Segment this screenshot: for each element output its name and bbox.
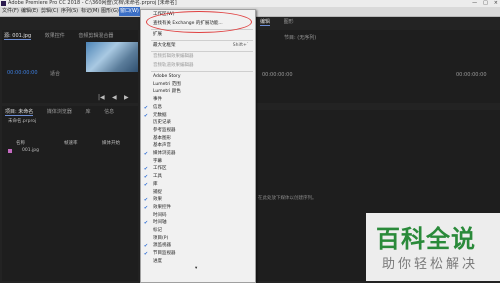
tab-media-browser[interactable]: 媒体浏览器 bbox=[47, 109, 72, 115]
window-menu-item[interactable]: 元数据 bbox=[153, 113, 167, 119]
timeline-empty-message: 在此处放下媒体以创建序列。 bbox=[258, 196, 317, 201]
window-menu-item[interactable]: 参考监视器 bbox=[153, 128, 176, 134]
window-menu-item[interactable]: Lumetri 范围 bbox=[153, 82, 181, 88]
premiere-app-icon bbox=[1, 1, 6, 6]
window-menu-item[interactable]: 时间轴 bbox=[153, 220, 167, 226]
check-icon: ✔ bbox=[143, 220, 149, 227]
source-timecode[interactable]: 00:00:00:00 bbox=[7, 70, 38, 76]
tab-editing[interactable]: 编辑 bbox=[260, 19, 271, 26]
prev-frame-icon[interactable]: ◀ bbox=[112, 94, 117, 101]
window-menu-item[interactable]: 效果控件 bbox=[153, 205, 171, 211]
menu-window[interactable]: 窗口(W) bbox=[119, 7, 140, 16]
menu-edit[interactable]: 编辑(E) bbox=[21, 7, 38, 16]
menu-separator bbox=[151, 51, 253, 52]
window-menu-item[interactable]: Lumetri 颜色 bbox=[153, 89, 181, 95]
window-title: Adobe Premiere Pro CC 2018 - C:\360网盘\文档… bbox=[8, 0, 177, 6]
tab-effect-controls[interactable]: 效果控件 bbox=[45, 33, 65, 39]
maximize-button[interactable]: □ bbox=[483, 0, 488, 7]
source-preview-image bbox=[86, 42, 138, 72]
check-icon: ✔ bbox=[143, 243, 149, 250]
menu-scroll-down-icon[interactable]: ▾ bbox=[195, 266, 197, 272]
project-file-name: 未命名.prproj bbox=[8, 119, 37, 124]
close-button[interactable]: × bbox=[494, 0, 498, 7]
menu-clip[interactable]: 剪辑(C) bbox=[41, 7, 58, 16]
project-item[interactable]: 001.jpg bbox=[22, 148, 39, 153]
window-controls: — □ × bbox=[472, 0, 498, 7]
window-menu-item[interactable]: 进度 bbox=[153, 259, 162, 265]
col-header-media-start[interactable]: 媒体开始 bbox=[102, 140, 120, 146]
tab-info[interactable]: 信息 bbox=[104, 109, 114, 115]
tab-graphics[interactable]: 图形 bbox=[284, 19, 294, 25]
label-color-swatch bbox=[8, 149, 12, 153]
window-menu-item[interactable]: Adobe Story bbox=[153, 74, 181, 80]
window-menu-item[interactable]: 项目(P) bbox=[153, 236, 168, 242]
watermark-main: 百科全说 bbox=[376, 225, 476, 253]
window-menu-item[interactable]: 时间码 bbox=[153, 213, 167, 219]
menu-graphics[interactable]: 图形(G) bbox=[101, 7, 119, 16]
source-panel-tabs: 源: 001.jpg 效果控件 音频剪辑混合器 bbox=[4, 32, 125, 40]
menu-marker[interactable]: 标记(M) bbox=[81, 7, 99, 16]
watermark-sub: 助你轻松解决 bbox=[382, 257, 479, 272]
workspace-tabs: 编辑 图形 bbox=[260, 18, 306, 26]
source-fit-dropdown[interactable]: 适合 bbox=[50, 70, 60, 77]
program-timecode-right: 00:00:00:00 bbox=[456, 72, 487, 78]
menu-file[interactable]: 文件(F) bbox=[2, 7, 19, 16]
window-menu-item[interactable]: 库 bbox=[153, 182, 158, 188]
window-menu-item[interactable]: 信息 bbox=[153, 105, 162, 111]
window-menu-item[interactable]: 工具 bbox=[153, 174, 162, 180]
title-bar: Adobe Premiere Pro CC 2018 - C:\360网盘\文档… bbox=[0, 0, 500, 7]
window-menu-item[interactable]: 扩展 bbox=[153, 32, 162, 38]
window-menu-item[interactable]: 捕捉 bbox=[153, 190, 162, 196]
check-icon: ✔ bbox=[143, 174, 149, 181]
window-menu-item[interactable]: 标记 bbox=[153, 228, 162, 234]
window-menu-item[interactable]: 基本图形 bbox=[153, 136, 171, 142]
col-header-name[interactable]: 名称 bbox=[16, 140, 25, 146]
tab-audio-mixer[interactable]: 音频剪辑混合器 bbox=[78, 33, 113, 39]
menu-separator bbox=[151, 71, 253, 72]
check-icon: ✔ bbox=[143, 197, 149, 204]
play-icon[interactable]: ▶ bbox=[124, 94, 129, 101]
check-icon: ✔ bbox=[143, 151, 149, 157]
tab-library[interactable]: 库 bbox=[85, 109, 90, 115]
window-menu-item[interactable]: 事件 bbox=[153, 97, 162, 103]
step-back-icon[interactable]: |◀ bbox=[98, 94, 105, 101]
menu-sequence[interactable]: 序列(S) bbox=[61, 7, 78, 16]
tab-project[interactable]: 项目: 未命名 bbox=[5, 109, 34, 116]
window-menu-item[interactable]: 历史记录 bbox=[153, 120, 171, 126]
window-menu-item[interactable]: 基本声音 bbox=[153, 143, 171, 149]
col-header-framerate[interactable]: 帧速率 bbox=[64, 140, 78, 146]
program-timecode-left: 00:00:00:00 bbox=[262, 72, 293, 78]
window-menu-item: 音频剪辑效果编辑器 bbox=[153, 54, 194, 59]
window-menu-item[interactable]: 工作区 bbox=[153, 166, 167, 172]
window-menu-item: 音频轨道效果编辑器 bbox=[153, 63, 194, 68]
check-icon: ✔ bbox=[143, 104, 149, 111]
highlight-oval bbox=[146, 11, 252, 33]
window-menu-item[interactable]: 源监视器 bbox=[153, 243, 171, 249]
window-menu-item[interactable]: 媒体浏览器 bbox=[153, 151, 176, 157]
window-menu-item[interactable]: 节目监视器 bbox=[153, 251, 176, 257]
menu-separator bbox=[151, 40, 253, 41]
tab-source[interactable]: 源: 001.jpg bbox=[4, 33, 32, 40]
check-icon: ✔ bbox=[143, 112, 149, 119]
check-icon: ✔ bbox=[143, 251, 149, 258]
program-title: 节目: (无序列) bbox=[284, 35, 317, 41]
project-panel-tabs: 项目: 未命名 媒体浏览器 库 信息 bbox=[5, 108, 126, 116]
minimize-button[interactable]: — bbox=[472, 0, 477, 7]
program-monitor-panel: 编辑 图形 节目: (无序列) 00:00:00:00 00:00:00:00 bbox=[256, 19, 500, 103]
window-menu-item[interactable]: 字幕 bbox=[153, 159, 162, 165]
window-menu-item[interactable]: 效果 bbox=[153, 197, 162, 203]
check-icon: ✔ bbox=[143, 181, 149, 188]
window-menu-item[interactable]: 最大化框架 bbox=[153, 43, 176, 49]
project-panel: 项目: 未命名 媒体浏览器 库 信息 未命名.prproj 名称 帧速率 媒体开… bbox=[2, 106, 138, 281]
window-menu-dropdown: 工作区(W) 查找有关 Exchange 的扩展功能... 扩展 最大化框架 Shift… bbox=[140, 9, 256, 283]
menu-shortcut: Shift+` bbox=[232, 43, 249, 48]
check-icon: ✔ bbox=[143, 166, 149, 173]
check-icon: ✔ bbox=[143, 204, 149, 211]
watermark: 百科全说 助你轻松解决 bbox=[366, 213, 500, 281]
